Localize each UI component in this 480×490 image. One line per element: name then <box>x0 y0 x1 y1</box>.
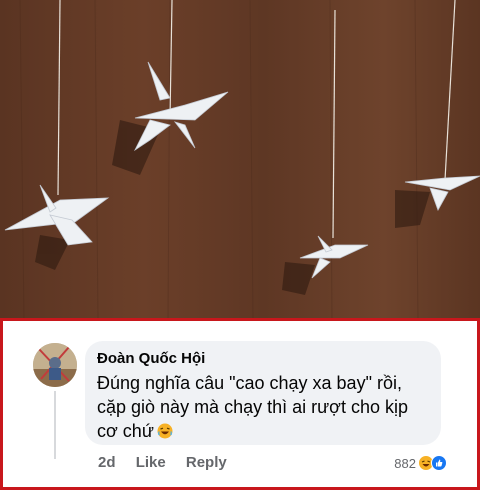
laughing-emoji-icon <box>157 421 173 439</box>
like-button[interactable]: Like <box>136 454 166 471</box>
avatar[interactable] <box>33 343 77 387</box>
reaction-summary[interactable]: 882 <box>394 455 447 471</box>
comment-author[interactable]: Đoàn Quốc Hội <box>97 349 429 369</box>
origami-cranes-photo <box>0 0 480 320</box>
comment-text-wrapper: Đúng nghĩa câu "cao chạy xa bay" rồi, cặ… <box>97 371 429 443</box>
reply-button[interactable]: Reply <box>186 454 227 471</box>
comment-bubble: Đoàn Quốc Hội Đúng nghĩa câu "cao chạy x… <box>85 341 441 445</box>
reaction-count: 882 <box>394 455 416 471</box>
comment-panel: Đoàn Quốc Hội Đúng nghĩa câu "cao chạy x… <box>0 318 480 490</box>
thread-line <box>54 391 56 459</box>
comment-time[interactable]: 2d <box>98 454 116 471</box>
comment-actions: 2d Like Reply <box>98 454 243 471</box>
comment-text: Đúng nghĩa câu "cao chạy xa bay" rồi, cặ… <box>97 373 409 441</box>
like-icon <box>431 455 447 471</box>
